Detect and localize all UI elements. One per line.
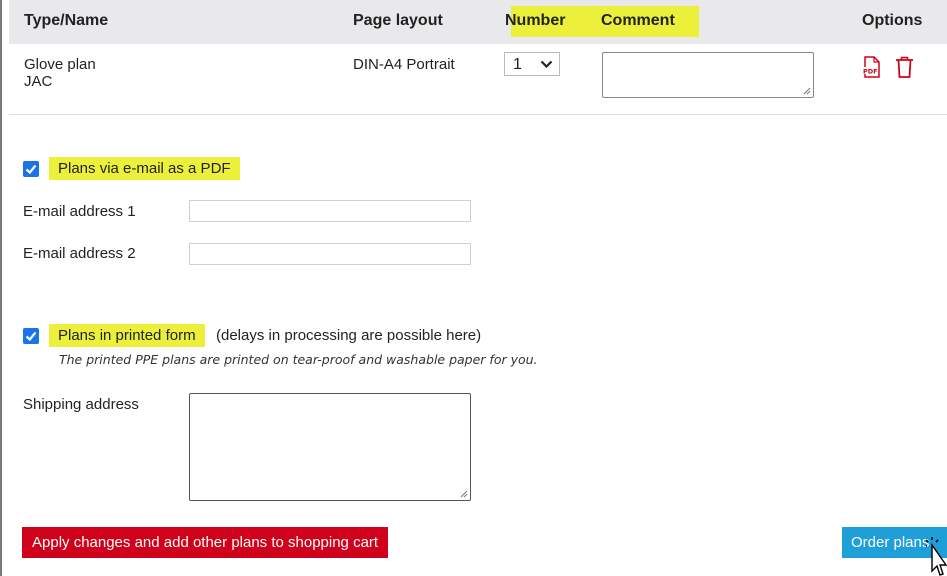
number-select[interactable]: 1: [504, 52, 560, 76]
shipping-address-textarea[interactable]: [189, 393, 471, 501]
email1-label: E-mail address 1: [23, 203, 136, 220]
header-page-layout: Page layout: [353, 12, 443, 29]
row-divider: [9, 114, 947, 115]
pdf-icon[interactable]: PDF: [861, 56, 881, 78]
comment-textarea[interactable]: [602, 52, 814, 98]
email2-input[interactable]: [189, 243, 471, 265]
printed-form-label: Plans in printed form: [49, 324, 205, 347]
resize-grip-icon[interactable]: [803, 87, 811, 95]
svg-text:PDF: PDF: [863, 68, 878, 76]
table-header: [9, 0, 947, 44]
left-border: [0, 0, 2, 576]
plan-name: Glove plan: [24, 56, 96, 73]
trash-icon[interactable]: [895, 56, 914, 78]
apply-changes-button[interactable]: Apply changes and add other plans to sho…: [22, 527, 389, 558]
plan-page-layout: DIN-A4 Portrait: [353, 56, 455, 73]
order-plans-page: Type/Name Page layout Number Comment Opt…: [0, 0, 947, 576]
header-comment: Comment: [601, 12, 675, 29]
checkmark-icon: [25, 331, 37, 342]
email1-input[interactable]: [189, 200, 471, 222]
plan-code: JAC: [24, 73, 53, 90]
printed-form-note: The printed PPE plans are printed on tea…: [59, 352, 538, 367]
chevron-down-icon: [540, 60, 553, 69]
email2-label: E-mail address 2: [23, 245, 136, 262]
header-options: Options: [862, 12, 923, 29]
pointer-cursor-icon: [926, 537, 947, 576]
resize-grip-icon[interactable]: [460, 490, 468, 498]
printed-form-checkbox[interactable]: [23, 328, 39, 344]
number-select-value: 1: [513, 56, 522, 73]
checkmark-icon: [25, 164, 37, 175]
printed-form-delay-text: (delays in processing are possible here): [216, 327, 482, 344]
shipping-address-label: Shipping address: [23, 396, 139, 413]
email-pdf-label: Plans via e-mail as a PDF: [49, 157, 240, 180]
header-number: Number: [505, 12, 566, 29]
header-type-name: Type/Name: [24, 12, 109, 29]
email-pdf-checkbox[interactable]: [23, 161, 39, 177]
